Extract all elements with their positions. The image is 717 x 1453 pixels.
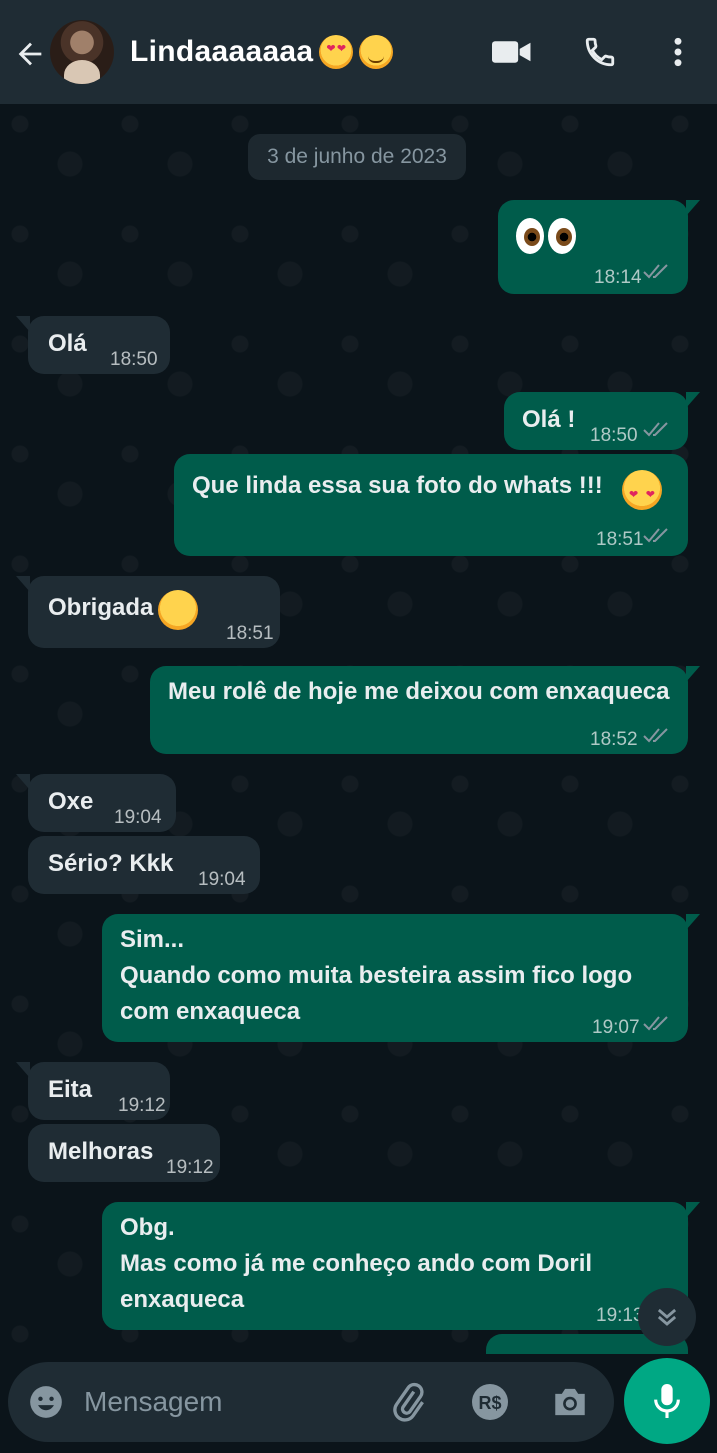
message-text-line-1: Sim... <box>120 926 185 953</box>
double-chevron-down-icon <box>657 1308 677 1326</box>
message-bubble-incoming[interactable]: Melhoras 19:12 <box>28 1124 220 1182</box>
payment-label: R$ <box>478 1393 501 1413</box>
emoji-icon <box>30 1386 62 1418</box>
read-ticks-icon <box>643 1016 668 1031</box>
message-text: Que linda essa sua foto do whats !!! <box>192 472 603 499</box>
contact-name[interactable]: Lindaaaaaaa <box>130 30 394 74</box>
read-ticks-icon <box>643 528 668 543</box>
eyes-emoji <box>516 218 576 254</box>
chat-header: Lindaaaaaaa <box>0 0 717 104</box>
read-ticks-icon <box>643 264 668 279</box>
scroll-to-bottom-button[interactable] <box>638 1288 696 1346</box>
message-bubble-incoming[interactable]: Obrigada 18:51 <box>16 576 280 648</box>
camera-button[interactable] <box>548 1380 592 1424</box>
message-time: 18:50 <box>110 349 158 370</box>
message-text: Melhoras <box>48 1138 154 1165</box>
chat-area[interactable]: 3 de junho de 2023 18:14 Olá 18:50 Olá !… <box>0 104 717 1354</box>
message-time: 19:07 <box>592 1017 640 1038</box>
voice-message-button[interactable] <box>624 1358 710 1444</box>
message-text-line-3: com enxaqueca <box>120 998 301 1025</box>
camera-icon <box>555 1388 585 1416</box>
message-text-line-2: Quando como muita besteira assim fico lo… <box>120 962 633 989</box>
message-text: Meu rolê de hoje me deixou com enxaqueca <box>168 678 670 705</box>
message-time: 19:04 <box>114 807 162 828</box>
message-text-line-3: enxaqueca <box>120 1286 245 1313</box>
more-vertical-icon <box>674 37 682 67</box>
real-currency-icon: R$ <box>472 1384 508 1420</box>
paperclip-icon <box>393 1382 424 1422</box>
message-text: Oxe <box>48 788 94 815</box>
message-text: Sério? Kkk <box>48 850 174 877</box>
video-call-button[interactable] <box>490 30 534 74</box>
message-text-line-1: Obg. <box>120 1214 175 1241</box>
grinning-sweat-emoji <box>158 590 198 630</box>
message-bubble-incoming[interactable]: Eita 19:12 <box>16 1062 170 1120</box>
message-bubble-outgoing[interactable]: Olá ! 18:50 <box>504 392 700 450</box>
read-ticks-icon <box>643 728 668 743</box>
message-time: 18:51 <box>226 623 274 644</box>
video-camera-icon <box>492 41 531 63</box>
message-time: 18:52 <box>590 729 638 750</box>
contact-name-text: Lindaaaaaaa <box>130 35 314 68</box>
message-text: Olá ! <box>522 406 576 433</box>
phone-icon <box>585 37 615 67</box>
message-bubble-outgoing[interactable]: Obg. Mas como já me conheço ando com Dor… <box>102 1202 700 1330</box>
more-options-button[interactable] <box>656 30 700 74</box>
message-bubble-outgoing[interactable]: 18:14 <box>498 200 700 294</box>
message-time: 19:13 <box>596 1305 644 1326</box>
microphone-icon <box>654 1384 680 1418</box>
message-text: Obrigada <box>48 594 154 621</box>
message-text-line-2: Mas como já me conheço ando com Doril <box>120 1250 593 1277</box>
message-time: 18:14 <box>594 267 642 288</box>
smirk-emoji <box>359 35 394 69</box>
arrow-left-icon <box>18 42 42 66</box>
read-ticks-icon <box>643 422 668 437</box>
message-text: Olá <box>48 330 87 357</box>
contact-avatar[interactable] <box>50 20 114 84</box>
payment-button[interactable]: R$ <box>468 1380 512 1424</box>
message-bubble-incoming[interactable]: Sério? Kkk 19:04 <box>28 836 260 894</box>
message-time: 18:50 <box>590 425 638 446</box>
message-bubble-incoming[interactable]: Oxe 19:04 <box>16 774 176 832</box>
message-time: 18:51 <box>596 529 644 550</box>
message-bubble-incoming[interactable]: Olá 18:50 <box>16 316 170 374</box>
heart-eyes-emoji <box>319 35 354 69</box>
message-bubble-outgoing[interactable]: Que linda essa sua foto do whats !!! 18:… <box>174 454 688 556</box>
smiling-face-with-hearts-emoji <box>622 470 662 513</box>
message-composer: R$ <box>8 1362 614 1442</box>
message-time: 19:12 <box>166 1157 214 1178</box>
emoji-button[interactable] <box>24 1380 68 1424</box>
date-chip: 3 de junho de 2023 <box>248 134 466 180</box>
message-time: 19:04 <box>198 869 246 890</box>
attach-button[interactable] <box>386 1380 430 1424</box>
voice-call-button[interactable] <box>578 30 622 74</box>
message-time: 19:12 <box>118 1095 166 1116</box>
message-input[interactable] <box>84 1378 374 1426</box>
back-button[interactable] <box>10 34 50 74</box>
message-bubble-outgoing[interactable]: Sim... Quando como muita besteira assim … <box>102 914 700 1042</box>
message-bubble-outgoing[interactable]: Meu rolê de hoje me deixou com enxaqueca… <box>150 666 700 754</box>
message-text: Eita <box>48 1076 93 1103</box>
